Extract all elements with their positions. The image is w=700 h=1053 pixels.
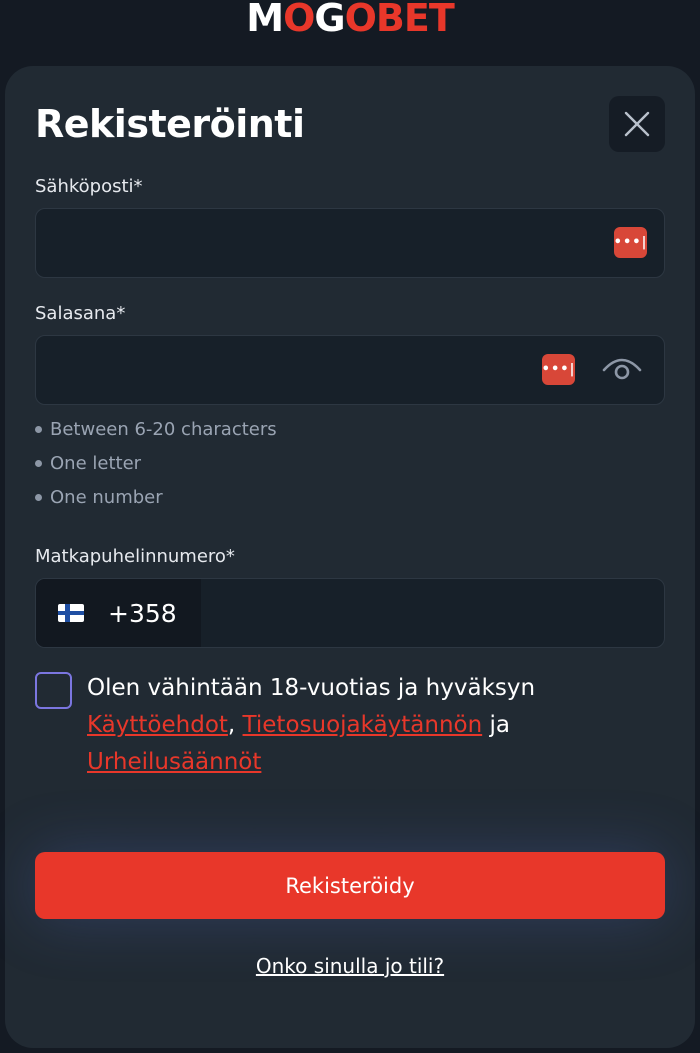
page-title: Rekisteröinti (35, 102, 305, 146)
registration-modal: Rekisteröinti Sähköposti* •••| Salasana*… (5, 66, 695, 1048)
password-field[interactable]: •••| (35, 335, 665, 405)
logo-letter: O (283, 0, 315, 40)
phone-field[interactable]: +358 (35, 578, 665, 648)
finland-flag-icon (58, 604, 84, 622)
register-button[interactable]: Rekisteröidy (35, 852, 665, 919)
phone-label: Matkapuhelinnumero* (35, 546, 235, 567)
terms-of-use-link[interactable]: Käyttöehdot (87, 712, 228, 738)
password-rule: Between 6-20 characters (35, 419, 277, 440)
password-manager-icon[interactable]: •••| (542, 354, 575, 385)
brand-logo: MOGOBET (0, 0, 700, 40)
terms-text: Olen vähintään 18-vuotias ja hyväksyn Kä… (87, 675, 536, 775)
password-rule: One number (35, 487, 163, 508)
privacy-policy-link[interactable]: Tietosuojakäytännön (243, 712, 483, 738)
eye-icon[interactable] (602, 354, 642, 384)
country-code: +358 (108, 598, 177, 628)
login-link[interactable]: Onko sinulla jo tili? (5, 954, 695, 978)
country-code-selector[interactable]: +358 (36, 579, 201, 647)
email-label: Sähköposti* (35, 176, 143, 197)
close-icon (624, 111, 650, 137)
sports-rules-link[interactable]: Urheilusäännöt (87, 749, 261, 775)
close-button[interactable] (609, 96, 665, 152)
logo-letter: G (314, 0, 345, 40)
logo-letter: BET (375, 0, 455, 40)
terms-checkbox[interactable] (35, 672, 72, 709)
logo-letter: M (246, 0, 284, 40)
logo-letter: O (344, 0, 377, 40)
email-field[interactable]: •••| (35, 208, 665, 278)
password-rule: One letter (35, 453, 141, 474)
password-label: Salasana* (35, 303, 126, 324)
password-manager-icon[interactable]: •••| (614, 227, 647, 258)
